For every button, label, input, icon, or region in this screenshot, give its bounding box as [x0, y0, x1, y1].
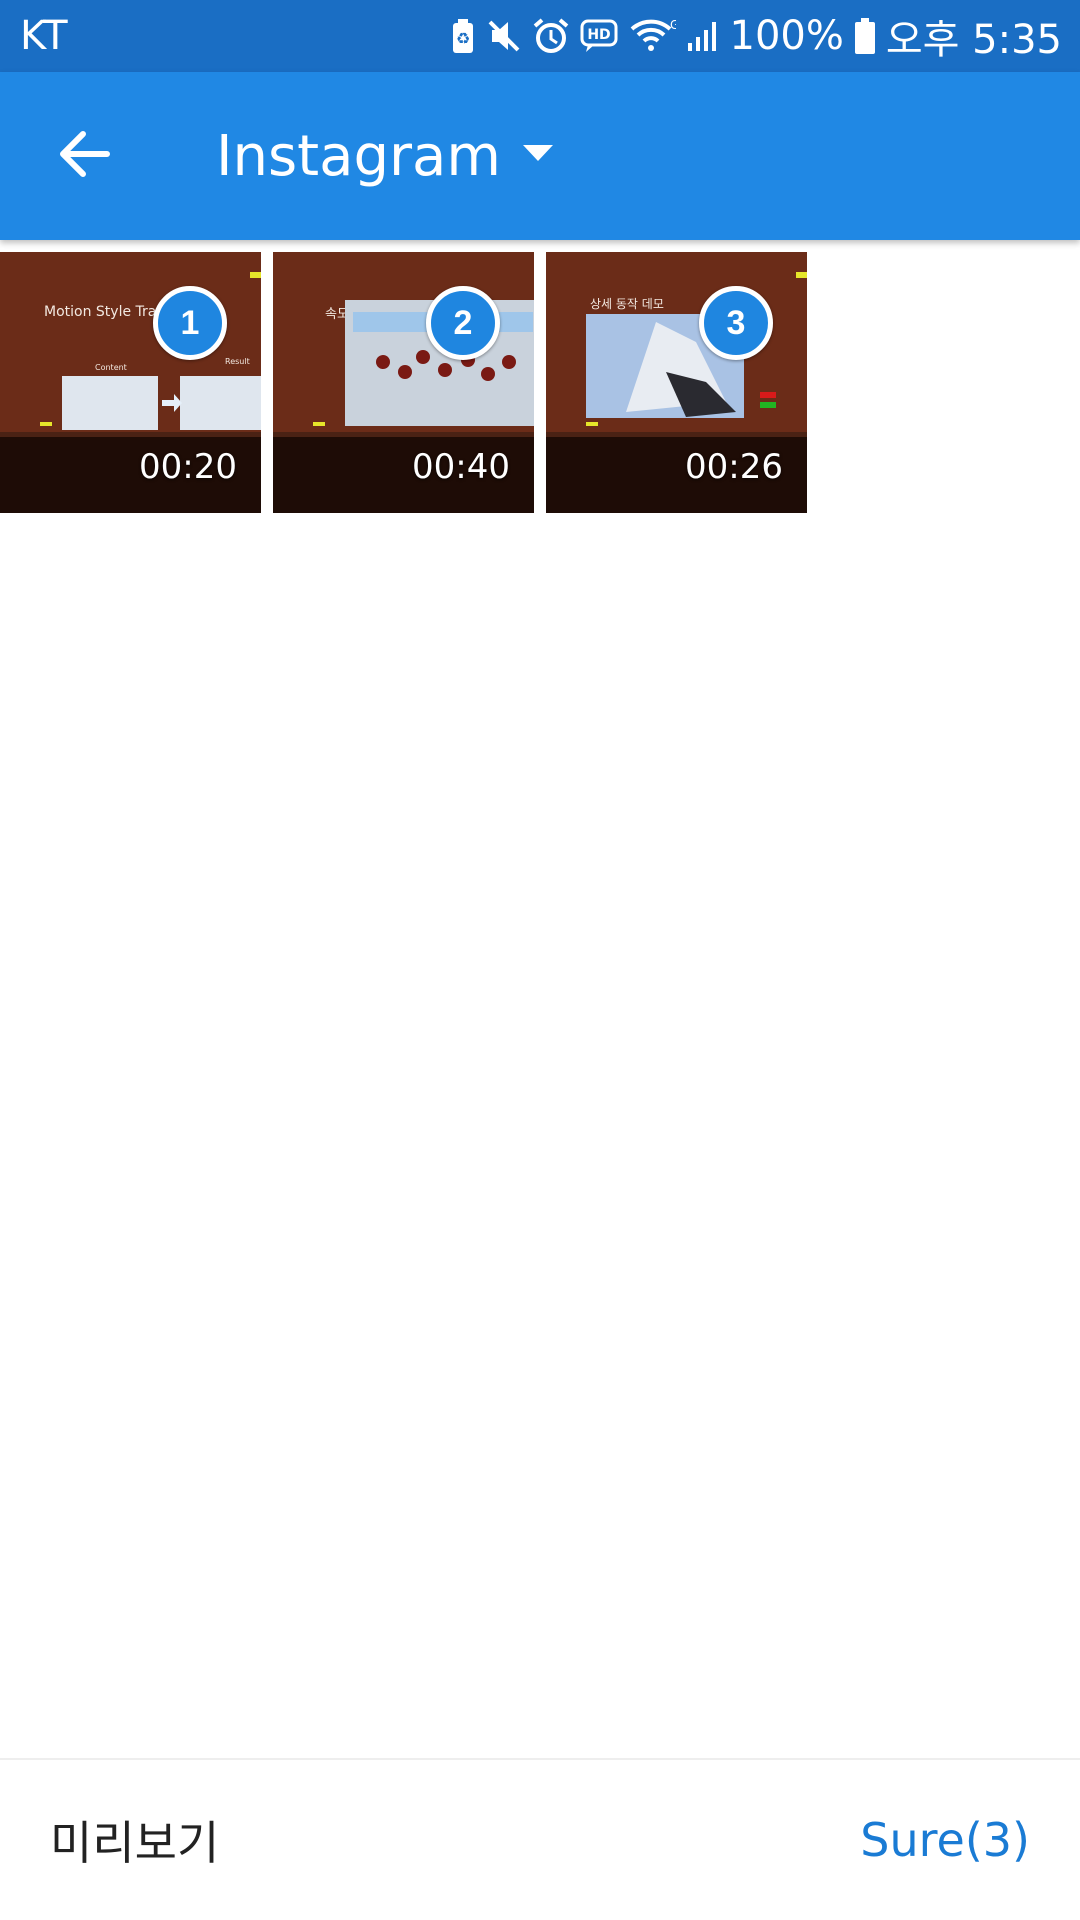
video-duration: 00:40	[412, 447, 510, 487]
media-item[interactable]: 속도 측정 2 00:40	[273, 252, 534, 513]
battery-icon	[854, 17, 876, 55]
svg-text:HD: HD	[587, 27, 610, 43]
media-grid: Motion Style Transfer Content Result 1 0…	[0, 252, 1080, 513]
video-duration: 00:20	[139, 447, 237, 487]
hd-icon: HD	[580, 19, 620, 53]
arrow-left-icon	[57, 127, 111, 186]
slide-label-content: Content	[95, 363, 127, 372]
media-item[interactable]: Motion Style Transfer Content Result 1 0…	[0, 252, 261, 513]
page-title: Instagram	[216, 123, 501, 189]
status-bar: KT ♻ HD G 100% 오후 5:35	[0, 0, 1080, 72]
battery-saver-icon: ♻	[450, 17, 476, 55]
app-bar: Instagram	[0, 72, 1080, 240]
preview-button[interactable]: 미리보기	[50, 1807, 219, 1873]
svg-text:G: G	[670, 18, 676, 32]
wifi-icon: G	[630, 17, 676, 55]
signal-icon	[686, 19, 720, 53]
bottom-action-bar: 미리보기 Sure(3)	[0, 1758, 1080, 1920]
confirm-button[interactable]: Sure(3)	[860, 1813, 1030, 1867]
alarm-icon	[532, 17, 570, 55]
battery-percent: 100%	[729, 13, 844, 59]
selection-order-badge: 2	[426, 286, 500, 360]
slide-title: 상세 동작 데모	[590, 297, 664, 311]
caret-down-icon	[522, 144, 553, 168]
clock: 오후 5:35	[885, 17, 1062, 63]
svg-text:♻: ♻	[455, 29, 469, 48]
album-selector[interactable]: Instagram	[216, 124, 553, 189]
selection-order-badge: 3	[699, 286, 773, 360]
carrier-label: KT	[20, 13, 68, 59]
slide-label-result: Result	[225, 357, 250, 366]
mute-icon	[486, 18, 522, 54]
status-icons: ♻ HD G 100% 오후 5:35	[450, 7, 1062, 65]
media-item[interactable]: 상세 동작 데모 3 00:26	[546, 252, 807, 513]
video-duration: 00:26	[685, 447, 783, 487]
back-button[interactable]	[0, 72, 168, 240]
selection-order-badge: 1	[153, 286, 227, 360]
